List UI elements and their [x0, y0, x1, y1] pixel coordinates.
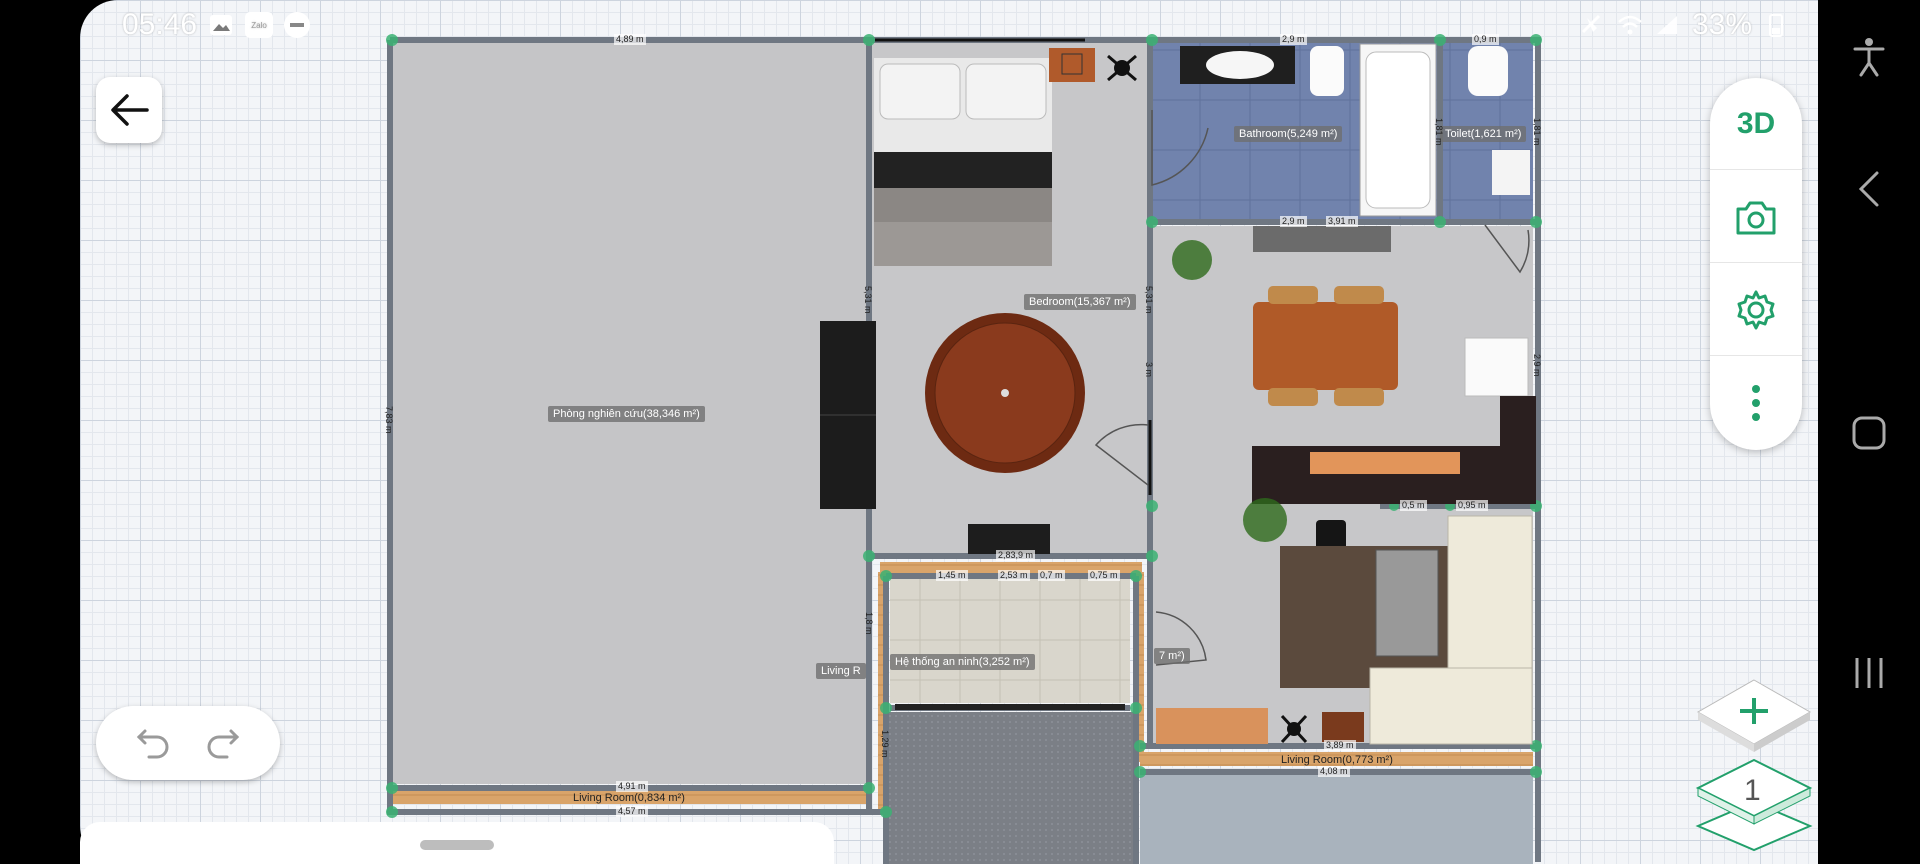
dim-bath-bottom-b: 3,91 m	[1326, 216, 1358, 227]
floor-number: 1	[1744, 774, 1761, 807]
room-label-living-a[interactable]: Living Room(0,834 m²)	[568, 790, 690, 806]
nav-home-icon	[1852, 416, 1886, 450]
toilet-b	[1468, 46, 1508, 96]
chair-k	[1316, 520, 1346, 550]
dim-study-bottom2: 4,57 m	[616, 806, 648, 817]
spiral-stair	[925, 313, 1085, 473]
dim-living-bottom: 3,89 m	[1324, 740, 1356, 751]
dim-study-bottom: 4,91 m	[616, 781, 648, 792]
bottom-sheet[interactable]	[80, 822, 834, 864]
gear-icon	[1737, 290, 1775, 329]
plant-icon-a	[1172, 240, 1212, 280]
nav-back-button[interactable]	[1838, 158, 1900, 220]
nav-recents-button[interactable]	[1838, 642, 1900, 704]
status-time: 05:46	[122, 8, 198, 41]
fridge	[1464, 337, 1529, 397]
dim-sec-top-e: 0,75 m	[1088, 570, 1120, 581]
small-table	[1322, 712, 1364, 742]
view-3d-label: 3D	[1736, 106, 1776, 140]
dim-study-left: 7,83 m	[384, 406, 394, 434]
system-nav-bar	[1818, 0, 1920, 864]
accessibility-button[interactable]	[1838, 26, 1900, 88]
wifi-icon	[1616, 12, 1644, 38]
back-button[interactable]	[96, 77, 162, 143]
dim-sec-left2: 1,29 m	[880, 730, 890, 758]
side-cabinet	[1156, 708, 1268, 744]
plant-icon-b	[1243, 498, 1287, 542]
nav-back-icon	[1858, 171, 1879, 207]
battery-percent: 33%	[1691, 8, 1752, 41]
dim-sec-top-d: 0,7 m	[1038, 570, 1065, 581]
dim-kitchen-right: 2,9 m	[1532, 354, 1542, 377]
camera-icon	[1736, 201, 1776, 234]
dim-top-bath: 2,9 m	[1280, 34, 1307, 45]
room-label-living-left[interactable]: Living R	[816, 663, 866, 679]
mute-icon	[1578, 12, 1606, 38]
app-screen: Phòng nghiên cứu(38,346 m²) Bedroom(15,3…	[0, 0, 1920, 864]
room-label-study[interactable]: Phòng nghiên cứu(38,346 m²)	[548, 406, 705, 422]
dim-living-bottom2: 4,08 m	[1318, 766, 1350, 777]
redo-icon	[207, 729, 240, 758]
nightstand	[1049, 48, 1095, 82]
sheet-handle[interactable]	[420, 840, 494, 850]
dim-bedroom-right: 5,31 m	[1144, 286, 1154, 314]
dim-sec-top-b: 1,45 m	[936, 570, 968, 581]
counter-top	[1253, 226, 1391, 252]
dim-sec-top-c: 2,53 m	[998, 570, 1030, 581]
toilet-a	[1310, 46, 1344, 96]
coffee-table	[1375, 549, 1439, 657]
dim-top-study: 4,89 m	[614, 34, 646, 45]
dnd-icon	[283, 12, 311, 38]
add-button[interactable]	[1694, 676, 1814, 756]
living-bottom-floor	[1140, 770, 1533, 864]
floor-plan[interactable]	[0, 0, 1920, 864]
sink-b	[1492, 150, 1530, 195]
dim-corr-b: 0,95 m	[1456, 500, 1488, 511]
dim-bath-bottom-a: 2,9 m	[1280, 216, 1307, 227]
back-arrow-icon	[111, 94, 149, 126]
room-label-toilet[interactable]: Toilet(1,621 m²)	[1440, 126, 1527, 142]
room-label-security[interactable]: Hệ thống an ninh(3,252 m²)	[890, 654, 1035, 670]
dim-top-toilet: 0,9 m	[1472, 34, 1499, 45]
dim-corr-a: 0,5 m	[1400, 500, 1427, 511]
dim-kitchen-side: 3 m	[1144, 362, 1154, 378]
signal-icon	[1654, 12, 1682, 38]
carpet-floor	[886, 712, 1134, 864]
undo-button[interactable]	[135, 723, 171, 764]
room-label-bedroom[interactable]: Bedroom(15,367 m²)	[1024, 294, 1136, 310]
dining-table	[1253, 302, 1398, 390]
dim-bath-side: 1,81 m	[1434, 118, 1444, 146]
status-bar-left: 05:46 Zalo	[122, 6, 311, 44]
dim-sec-top-a: 2,83,9 m	[996, 550, 1036, 561]
accessibility-icon	[1853, 38, 1885, 77]
gallery-icon	[207, 12, 235, 38]
more-button[interactable]	[1710, 357, 1802, 449]
settings-button[interactable]	[1710, 264, 1802, 356]
bed	[874, 58, 1052, 266]
redo-button[interactable]	[205, 723, 241, 764]
view-3d-button[interactable]: 3D	[1710, 78, 1802, 170]
dim-bedroom-left: 5,31 m	[863, 286, 873, 314]
more-vert-icon	[1752, 385, 1760, 421]
room-label-bathroom[interactable]: Bathroom(5,249 m²)	[1234, 126, 1343, 142]
tool-panel: 3D	[1710, 78, 1802, 450]
zalo-icon: Zalo	[245, 12, 274, 38]
nav-recents-icon	[1855, 658, 1883, 688]
nav-home-button[interactable]	[1838, 402, 1900, 464]
security-floor	[890, 578, 1130, 703]
undo-icon	[136, 729, 169, 758]
room-label-living-partial[interactable]: 7 m²)	[1154, 648, 1190, 664]
status-bar-right: 33%	[1578, 6, 1790, 44]
undo-redo-group	[96, 706, 280, 780]
dim-sec-left: 1,8 m	[864, 612, 874, 635]
zalo-label: Zalo	[251, 20, 267, 30]
dim-toilet-side: 1,81 m	[1532, 118, 1542, 146]
battery-icon	[1762, 12, 1790, 38]
camera-button[interactable]	[1710, 171, 1802, 263]
